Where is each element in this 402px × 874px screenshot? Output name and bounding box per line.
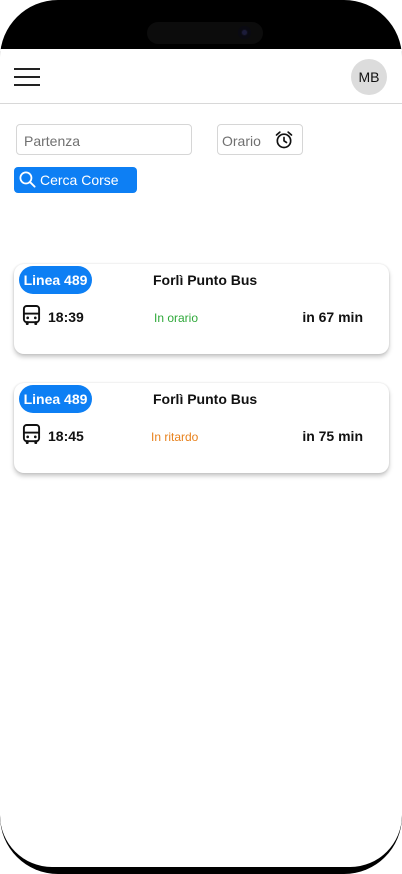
app-screen: MB Cerca Corse Linea 489 Forlì Punto Bus xyxy=(0,49,402,867)
line-badge: Linea 489 xyxy=(19,385,92,413)
front-camera xyxy=(238,26,251,39)
departure-input[interactable] xyxy=(24,133,184,149)
status-label: In ritardo xyxy=(151,430,199,444)
departure-time: 18:45 xyxy=(48,428,84,444)
search-button-label: Cerca Corse xyxy=(40,172,119,188)
ride-card[interactable]: Linea 489 Forlì Punto Bus 18:39 In orari… xyxy=(14,264,389,354)
hamburger-menu-icon[interactable] xyxy=(14,66,40,86)
status-label: In orario xyxy=(154,311,199,325)
bus-icon xyxy=(22,424,41,444)
alarm-clock-icon[interactable] xyxy=(274,130,294,150)
bus-icon xyxy=(22,305,41,325)
departure-time: 18:39 xyxy=(48,309,84,325)
avatar[interactable]: MB xyxy=(351,59,387,95)
search-icon xyxy=(19,171,36,188)
ride-card[interactable]: Linea 489 Forlì Punto Bus 18:45 In ritar… xyxy=(14,383,389,473)
app-header: MB xyxy=(0,49,402,104)
time-input[interactable] xyxy=(222,133,272,149)
phone-frame: MB Cerca Corse Linea 489 Forlì Punto Bus xyxy=(0,0,402,874)
ride-destination: Forlì Punto Bus xyxy=(153,391,258,407)
departure-field[interactable] xyxy=(16,124,192,155)
eta-label: in 67 min xyxy=(302,309,363,325)
search-rides-button[interactable]: Cerca Corse xyxy=(14,167,137,193)
line-badge: Linea 489 xyxy=(19,266,92,294)
eta-label: in 75 min xyxy=(302,428,363,444)
ride-destination: Forlì Punto Bus xyxy=(153,272,258,288)
time-field[interactable] xyxy=(217,124,303,155)
